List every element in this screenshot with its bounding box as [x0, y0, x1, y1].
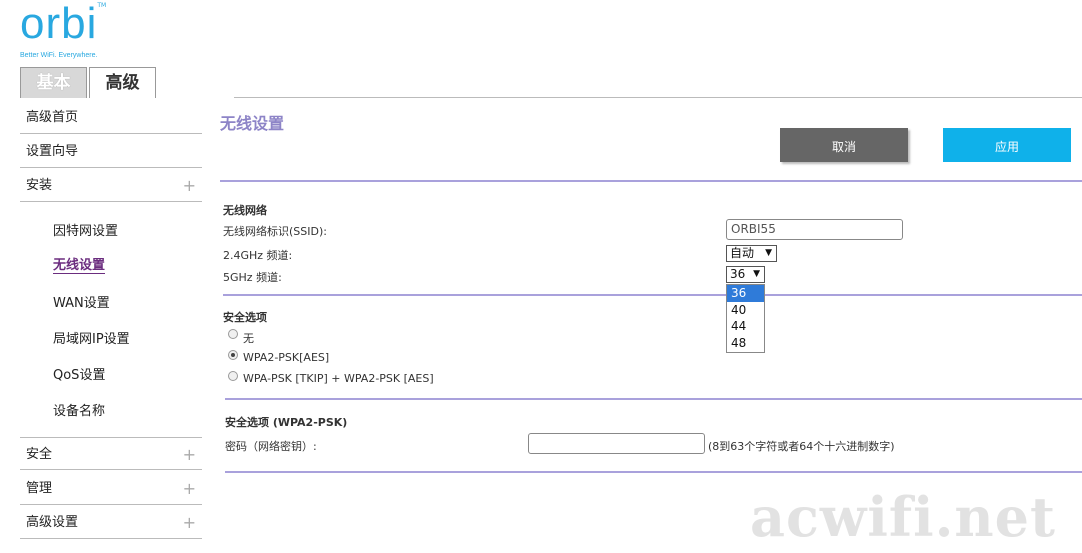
ch24-select[interactable]: 自动 ▼ [726, 245, 777, 262]
sidebar-item-label: 管理 [26, 481, 53, 496]
ch5-option[interactable]: 48 [727, 335, 764, 352]
sidebar-item-advanced-home[interactable]: 高级首页 [20, 101, 202, 134]
plus-icon[interactable]: + [183, 472, 196, 505]
ch5-dropdown-list: 36 40 44 48 [726, 284, 765, 353]
sidebar-item-setup[interactable]: 安装 + [20, 169, 202, 202]
subitem-lan-ip-setup[interactable]: 局域网IP设置 [53, 328, 130, 347]
radio-mixed-label: WPA-PSK [TKIP] + WPA2-PSK [AES] [243, 372, 434, 385]
page-title: 无线设置 [220, 114, 285, 133]
sidebar-item-label: 安装 [26, 178, 53, 193]
ch5-option[interactable]: 44 [727, 318, 764, 335]
sidebar-item-label: 高级首页 [26, 110, 79, 125]
plus-icon[interactable]: + [183, 506, 196, 539]
chevron-down-icon: ▼ [765, 248, 772, 258]
section-divider [223, 294, 726, 296]
section-divider [765, 294, 1082, 296]
password-input[interactable] [528, 433, 705, 454]
subitem-device-name[interactable]: 设备名称 [53, 400, 105, 419]
sidebar-item-security[interactable]: 安全 + [20, 437, 202, 470]
chevron-down-icon: ▼ [753, 269, 760, 279]
apply-button[interactable]: 应用 [943, 128, 1071, 162]
sidebar-item-management[interactable]: 管理 + [20, 472, 202, 505]
ch5-select[interactable]: 36 ▼ [726, 266, 765, 283]
ch5-option[interactable]: 40 [727, 302, 764, 319]
radio-wpa2-label: WPA2-PSK[AES] [243, 351, 330, 364]
subitem-wireless-setup[interactable]: 无线设置 [53, 254, 106, 274]
radio-none[interactable] [228, 329, 238, 339]
header-divider [234, 97, 1082, 98]
radio-wpa-wpa2-mixed[interactable] [228, 371, 238, 381]
ch24-select-value: 自动 [730, 246, 755, 260]
tab-advanced[interactable]: 高级 [89, 67, 156, 98]
watermark-text: acwifi.net [750, 485, 1056, 549]
security-section-title: 安全选项 [223, 311, 267, 324]
wireless-section-title: 无线网络 [223, 204, 267, 217]
section-divider [220, 180, 1082, 182]
password-hint: (8到63个字符或者64个十六进制数字) [708, 440, 895, 453]
sidebar-item-label: 高级设置 [26, 515, 79, 530]
sidebar-item-label: 设置向导 [26, 144, 79, 159]
plus-icon[interactable]: + [183, 169, 196, 202]
radio-wpa2-psk-aes[interactable] [228, 350, 238, 360]
psk-section-title: 安全选项 (WPA2-PSK) [225, 416, 348, 429]
ssid-input[interactable]: ORBI55 [726, 219, 903, 240]
subitem-wan-setup[interactable]: WAN设置 [53, 292, 110, 311]
password-label: 密码（网络密钥）: [225, 440, 317, 453]
plus-icon[interactable]: + [183, 438, 196, 471]
ch5-label: 5GHz 频道: [223, 271, 282, 284]
ch5-option[interactable]: 36 [727, 285, 764, 302]
subitem-qos-setup[interactable]: QoS设置 [53, 364, 105, 383]
orbi-logo: orbiTM [20, 2, 106, 46]
sidebar-item-label: 安全 [26, 447, 53, 462]
logo-tagline: Better WiFi. Everywhere. [20, 52, 98, 59]
sidebar-item-advanced-settings[interactable]: 高级设置 + [20, 506, 202, 539]
cancel-button[interactable]: 取消 [780, 128, 908, 162]
logo-wordmark: orbi [20, 0, 98, 48]
tab-basic[interactable]: 基本 [20, 67, 87, 98]
ch24-label: 2.4GHz 频道: [223, 249, 293, 262]
logo-tm: TM [97, 2, 107, 9]
subitem-internet-setup[interactable]: 因特网设置 [53, 220, 118, 239]
radio-none-label: 无 [243, 332, 254, 345]
section-divider [225, 471, 1082, 473]
ch5-select-value: 36 [730, 267, 746, 281]
ssid-label: 无线网络标识(SSID): [223, 225, 327, 238]
section-divider [225, 398, 1082, 400]
sidebar-item-setup-wizard[interactable]: 设置向导 [20, 135, 202, 168]
